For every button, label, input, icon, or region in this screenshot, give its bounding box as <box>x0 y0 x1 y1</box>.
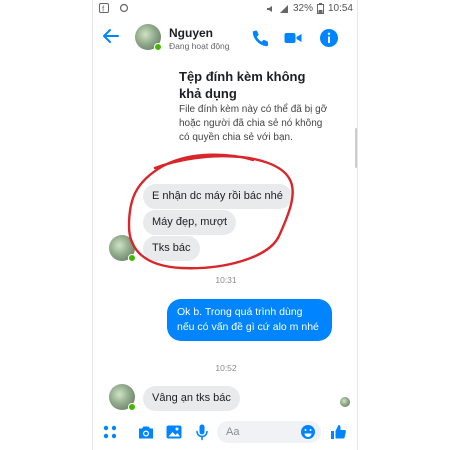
phone-icon[interactable] <box>251 28 271 48</box>
message-bubble[interactable]: Vâng ạn tks bác <box>143 386 240 411</box>
battery-icon <box>316 3 324 14</box>
status-bar: f 32% 10:54 <box>93 0 357 18</box>
facebook-icon: f <box>99 3 109 13</box>
thumbs-up-icon[interactable] <box>329 423 347 441</box>
contact-status: Đang hoạt động <box>169 41 230 51</box>
contact-avatar[interactable] <box>135 24 162 51</box>
timestamp: 10:31 <box>215 275 237 285</box>
back-button[interactable] <box>99 26 123 50</box>
message-bubble[interactable]: Máy đẹp, mượt <box>143 210 237 235</box>
message-bubble[interactable]: Tks bác <box>143 236 200 261</box>
signal-icon <box>279 4 288 13</box>
seen-avatar <box>340 397 350 407</box>
battery-percent: 32% <box>292 3 313 14</box>
attachment-unavailable-title: Tệp đính kèm không khả dụng <box>179 69 306 101</box>
message-bubble[interactable]: E nhận dc máy rồi bác nhé <box>143 184 292 209</box>
online-indicator <box>154 43 162 51</box>
message-input[interactable] <box>226 421 296 443</box>
camera-icon[interactable] <box>137 423 155 441</box>
info-icon[interactable] <box>319 28 339 48</box>
svg-text:f: f <box>102 5 105 14</box>
my-message-bubble[interactable]: Ok b. Trong quá trình dùng nếu có vấn đề… <box>167 299 332 341</box>
messenger-screen: f 32% 10:54 Nguyen Đang hoạt động Tệp đí… <box>92 0 358 450</box>
arrow-left-icon <box>103 29 119 43</box>
online-indicator <box>128 403 136 411</box>
online-indicator <box>128 254 136 262</box>
video-camera-icon[interactable] <box>283 28 303 48</box>
scrollbar-thumb[interactable] <box>355 128 357 168</box>
sender-avatar[interactable] <box>109 235 136 262</box>
timestamp: 10:52 <box>215 363 237 373</box>
attachment-unavailable-description: File đính kèm này có thể đã bị gỡ hoặc n… <box>179 104 328 143</box>
status-system: 32% 10:54 <box>265 3 353 14</box>
contact-name[interactable]: Nguyen <box>169 26 213 40</box>
message-composer <box>93 418 357 446</box>
sender-avatar[interactable] <box>109 384 136 411</box>
status-notifications: f <box>99 3 129 13</box>
mute-icon <box>266 5 272 12</box>
microphone-icon[interactable] <box>193 423 211 441</box>
more-actions-icon[interactable] <box>101 423 119 441</box>
sync-icon <box>119 3 129 13</box>
image-icon[interactable] <box>165 423 183 441</box>
message-input-wrapper <box>217 421 321 443</box>
emoji-icon[interactable] <box>300 424 316 440</box>
conversation-header: Nguyen Đang hoạt động <box>93 20 357 56</box>
clock: 10:54 <box>327 3 353 14</box>
